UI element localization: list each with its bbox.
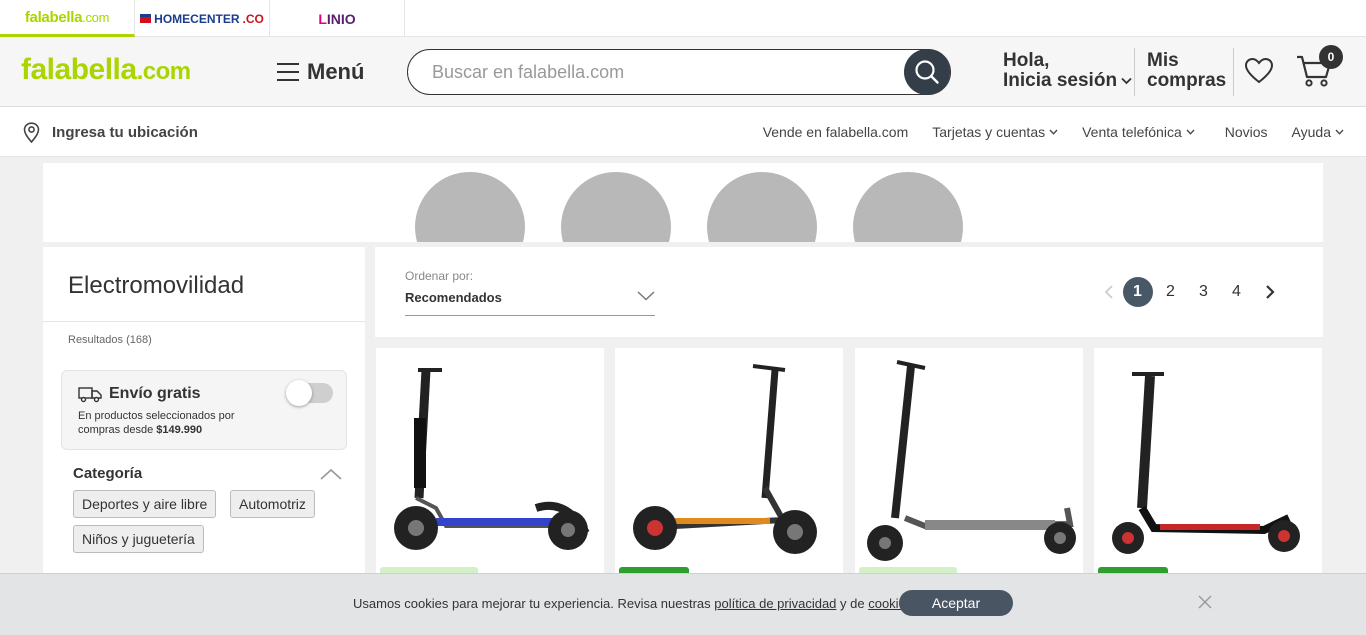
page-button-current[interactable]: 1	[1121, 277, 1154, 307]
hamburger-icon	[277, 63, 299, 81]
free-shipping-title: Envío gratis	[109, 385, 201, 402]
menu-button[interactable]: Menú	[277, 59, 364, 85]
login-label: Inicia sesión	[1003, 70, 1118, 91]
privacy-policy-link[interactable]: política de privacidad	[714, 596, 836, 611]
greeting-text: Hola,	[1003, 50, 1050, 71]
brand-strip: falabella.com HOMECENTER .CO L INIO	[0, 0, 1366, 37]
chevron-down-icon	[1049, 129, 1058, 135]
brand-tab-homecenter[interactable]: HOMECENTER .CO	[135, 0, 270, 37]
category-carousel	[43, 163, 1323, 242]
chevron-down-icon	[1121, 77, 1132, 85]
brand-tab-falabella[interactable]: falabella.com	[0, 0, 135, 37]
truck-icon	[78, 386, 102, 402]
category-circle[interactable]	[561, 172, 671, 242]
chevron-down-icon	[1186, 129, 1195, 135]
main-header: falabella.com Menú Hola, Inicia sesión M…	[0, 37, 1366, 107]
prev-page-button[interactable]	[1095, 277, 1121, 307]
product-image	[1112, 372, 1300, 554]
sell-link[interactable]: Vende en falabella.com	[763, 124, 909, 140]
linio-logo: L INIO	[318, 10, 356, 27]
product-image	[867, 360, 1076, 561]
account-menu[interactable]: Hola, Inicia sesión	[1003, 51, 1132, 91]
page-button[interactable]: 2	[1154, 277, 1187, 307]
help-link[interactable]: Ayuda	[1292, 124, 1344, 140]
category-circle[interactable]	[853, 172, 963, 242]
category-chip[interactable]: Automotriz	[230, 490, 315, 518]
category-filter-title: Categoría	[73, 465, 143, 482]
category-chip[interactable]: Deportes y aire libre	[73, 490, 217, 518]
search-button[interactable]	[904, 49, 950, 95]
wedding-link[interactable]: Novios	[1225, 124, 1268, 140]
location-pin-icon	[23, 122, 40, 143]
brand-tab-linio[interactable]: L INIO	[270, 0, 405, 37]
search-icon	[915, 60, 939, 84]
free-shipping-filter: Envío gratis En productos seleccionados …	[61, 370, 347, 450]
falabella-logo[interactable]: falabella.com	[21, 53, 191, 87]
category-chip[interactable]: Niños y juguetería	[73, 525, 204, 553]
search-input[interactable]	[408, 50, 888, 94]
category-circle[interactable]	[707, 172, 817, 242]
sort-underline	[405, 315, 655, 316]
sort-bar: Ordenar por: Recomendados 1 2 3 4	[375, 247, 1323, 337]
falabella-small-logo: falabella.com	[24, 8, 110, 26]
search-box	[407, 49, 951, 95]
menu-label: Menú	[307, 59, 365, 84]
homecenter-logo: HOMECENTER .CO	[140, 12, 264, 26]
chevron-down-icon[interactable]	[637, 291, 655, 301]
location-selector[interactable]: Ingresa tu ubicación	[23, 122, 198, 143]
sort-select[interactable]: Recomendados	[405, 290, 502, 305]
top-links: Vende en falabella.com Tarjetas y cuenta…	[763, 124, 1344, 140]
page-button[interactable]: 4	[1220, 277, 1253, 307]
header-divider	[1233, 48, 1234, 96]
category-circle[interactable]	[415, 172, 525, 242]
close-icon[interactable]	[1197, 594, 1213, 610]
location-label: Ingresa tu ubicación	[52, 124, 198, 141]
page-title: Electromovilidad	[68, 272, 245, 299]
chevron-left-icon	[1104, 285, 1113, 299]
cart-count-badge: 0	[1319, 45, 1343, 69]
product-image	[394, 368, 590, 550]
chevron-up-icon[interactable]	[320, 468, 342, 480]
phone-sales-link[interactable]: Venta telefónica	[1082, 124, 1195, 140]
my-orders-link[interactable]: Mis compras	[1147, 51, 1226, 91]
pagination: 1 2 3 4	[1095, 277, 1286, 307]
divider	[43, 321, 365, 322]
sub-navigation: Ingresa tu ubicación Vende en falabella.…	[0, 107, 1366, 157]
header-divider	[1134, 48, 1135, 96]
free-shipping-toggle[interactable]	[286, 380, 333, 406]
chevron-down-icon	[1335, 129, 1344, 135]
heart-icon	[1244, 57, 1274, 84]
page-button[interactable]: 3	[1187, 277, 1220, 307]
wishlist-button[interactable]	[1244, 57, 1274, 90]
sort-label: Ordenar por:	[405, 269, 474, 283]
cookie-message: Usamos cookies para mejorar tu experienc…	[353, 596, 916, 611]
product-image	[633, 364, 817, 554]
next-page-button[interactable]	[1253, 277, 1286, 307]
cookie-banner: Usamos cookies para mejorar tu experienc…	[0, 573, 1366, 635]
free-shipping-description: En productos seleccionados por compras d…	[78, 410, 235, 436]
accept-cookies-button[interactable]: Aceptar	[899, 590, 1013, 616]
cards-accounts-link[interactable]: Tarjetas y cuentas	[932, 124, 1058, 140]
chevron-right-icon	[1265, 285, 1275, 299]
results-count: Resultados (168)	[68, 334, 152, 346]
